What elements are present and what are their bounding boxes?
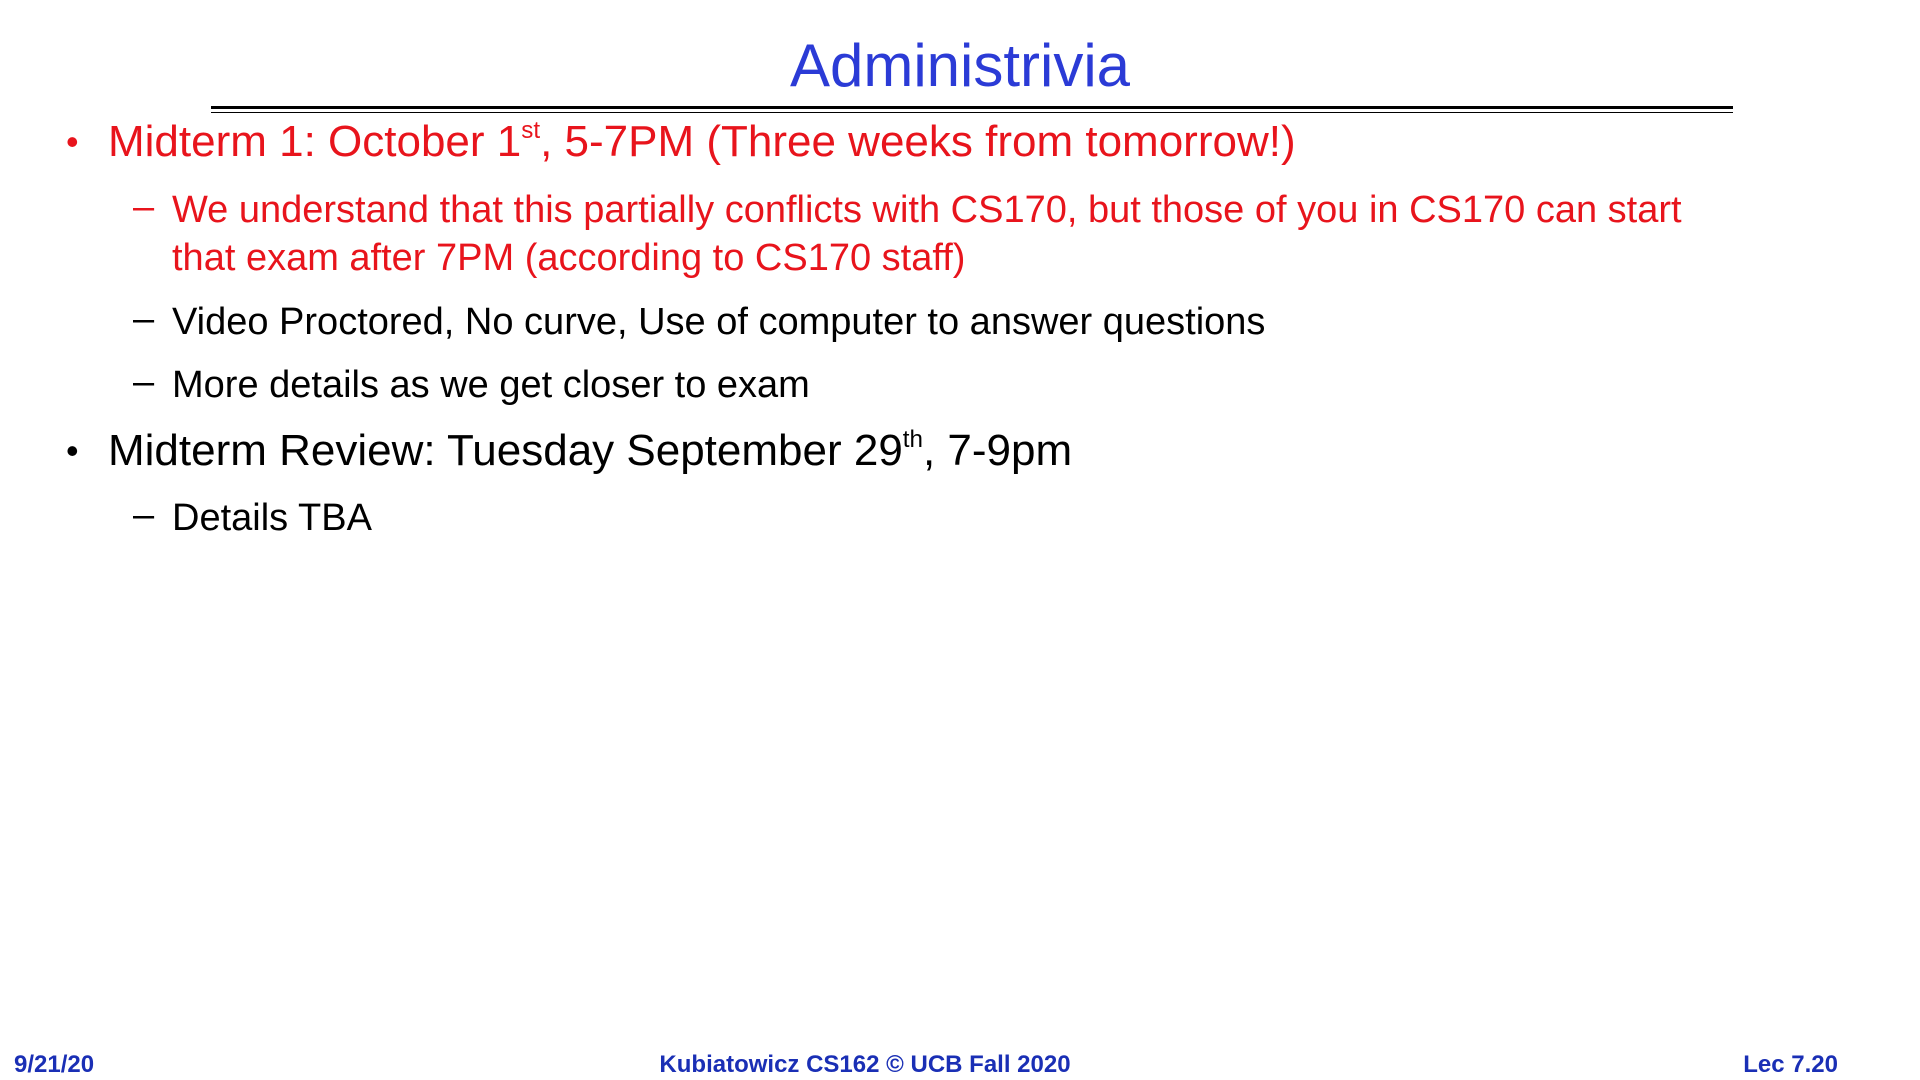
- bullet-icon: •: [66, 121, 79, 162]
- footer-lecture-number: Lec 7.20: [1743, 1051, 1838, 1078]
- dash-icon: –: [133, 186, 155, 228]
- subitem-details-tba: Details TBA: [172, 497, 372, 539]
- subitem-cs170-line1: We understand that this partially confli…: [172, 189, 1682, 231]
- ordinal-suffix: th: [902, 425, 923, 453]
- title-rule-thin: [211, 112, 1733, 113]
- bullet-text: Midterm Review: Tuesday September 29: [108, 426, 903, 475]
- bullet-item-midterm: Midterm 1: October 1st, 5-7PM (Three wee…: [108, 116, 1296, 168]
- subitem-more-details: More details as we get closer to exam: [172, 364, 810, 406]
- dash-icon: –: [133, 298, 155, 340]
- footer-course: Kubiatowicz CS162 © UCB Fall 2020: [659, 1051, 1071, 1078]
- bullet-text-rest: , 7-9pm: [922, 426, 1073, 475]
- slide: Administrivia • Midterm 1: October 1st, …: [0, 0, 1920, 1080]
- subitem-video-proctored: Video Proctored, No curve, Use of comput…: [172, 301, 1266, 343]
- subitem-cs170-line2: that exam after 7PM (according to CS170 …: [172, 237, 966, 279]
- bullet-text: Midterm 1: October 1: [108, 117, 522, 166]
- bullet-text-rest: , 5-7PM (Three weeks from tomorrow!): [540, 117, 1296, 166]
- slide-title: Administrivia: [789, 32, 1131, 99]
- bullet-item-review: Midterm Review: Tuesday September 29th, …: [108, 425, 1072, 477]
- ordinal-suffix: st: [521, 116, 541, 144]
- dash-icon: –: [133, 361, 155, 403]
- title-rule-thick: [211, 106, 1733, 109]
- bullet-icon: •: [66, 430, 79, 471]
- dash-icon: –: [133, 494, 155, 536]
